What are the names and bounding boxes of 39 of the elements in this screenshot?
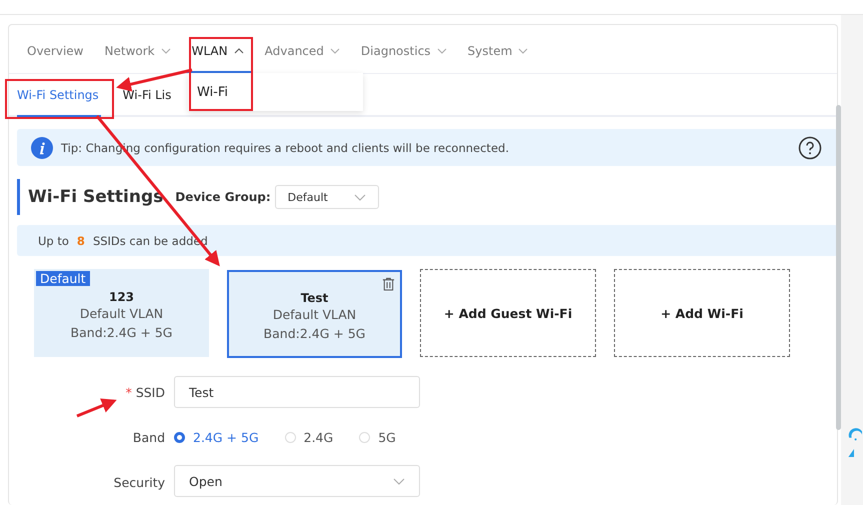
nav-tab[interactable]: System	[460, 31, 536, 73]
default-badge: Default	[36, 271, 90, 286]
ssid-name: 123	[108, 290, 134, 304]
nav-tab[interactable]: Diagnostics	[352, 31, 455, 73]
nav-tab[interactable]: Overview	[19, 31, 92, 73]
ssid-input[interactable]: Test	[174, 376, 420, 408]
chevron-icon	[354, 194, 366, 200]
ssid-card[interactable]: Default 123 Default VLAN Band:2.4G + 5G	[34, 269, 209, 357]
ssid-card[interactable]: Test Default VLAN Band:2.4G + 5G	[227, 270, 402, 358]
add-wifi-button[interactable]: + Add Guest Wi-Fi	[420, 269, 596, 357]
trash-icon[interactable]	[382, 277, 395, 291]
annotation-arrow	[76, 398, 117, 418]
device-group-label: Device Group:	[175, 190, 271, 204]
band-text: Band:2.4G + 5G	[70, 324, 172, 342]
ssid-name: Test	[300, 291, 328, 305]
vlan-text: Default VLAN	[80, 305, 164, 323]
chevron-icon	[393, 478, 405, 484]
section-title: Wi-Fi Settings	[28, 187, 164, 207]
device-group-select[interactable]: Default	[274, 185, 379, 209]
security-select[interactable]: Open	[174, 465, 420, 497]
band-radio[interactable]: 5G	[359, 430, 396, 445]
limit-text: Up to	[38, 234, 69, 248]
ssid-label-text: SSID	[136, 384, 165, 400]
nav-tab[interactable]: Network	[96, 31, 179, 73]
nav-tab[interactable]: Advanced	[256, 31, 348, 73]
sub-tab[interactable]: Wi-Fi Lis	[122, 74, 174, 117]
band-text: Band:2.4G + 5G	[264, 325, 366, 343]
band-radio[interactable]: 2.4G	[284, 430, 334, 445]
limit-count: 8	[76, 234, 85, 248]
sub-tab[interactable]: Wi-Fi Settings	[17, 74, 101, 117]
band-radio[interactable]: 2.4G + 5G	[174, 430, 259, 445]
menu-item[interactable]: Wi-Fi	[188, 84, 228, 100]
help-icon[interactable]	[798, 136, 822, 160]
required-mark: *	[126, 384, 132, 400]
security-label: Security	[112, 474, 166, 490]
add-wifi-button[interactable]: + Add Wi-Fi	[614, 269, 790, 357]
info-icon	[31, 136, 53, 158]
band-label: Band	[132, 430, 166, 445]
vlan-text: Default VLAN	[272, 306, 356, 324]
